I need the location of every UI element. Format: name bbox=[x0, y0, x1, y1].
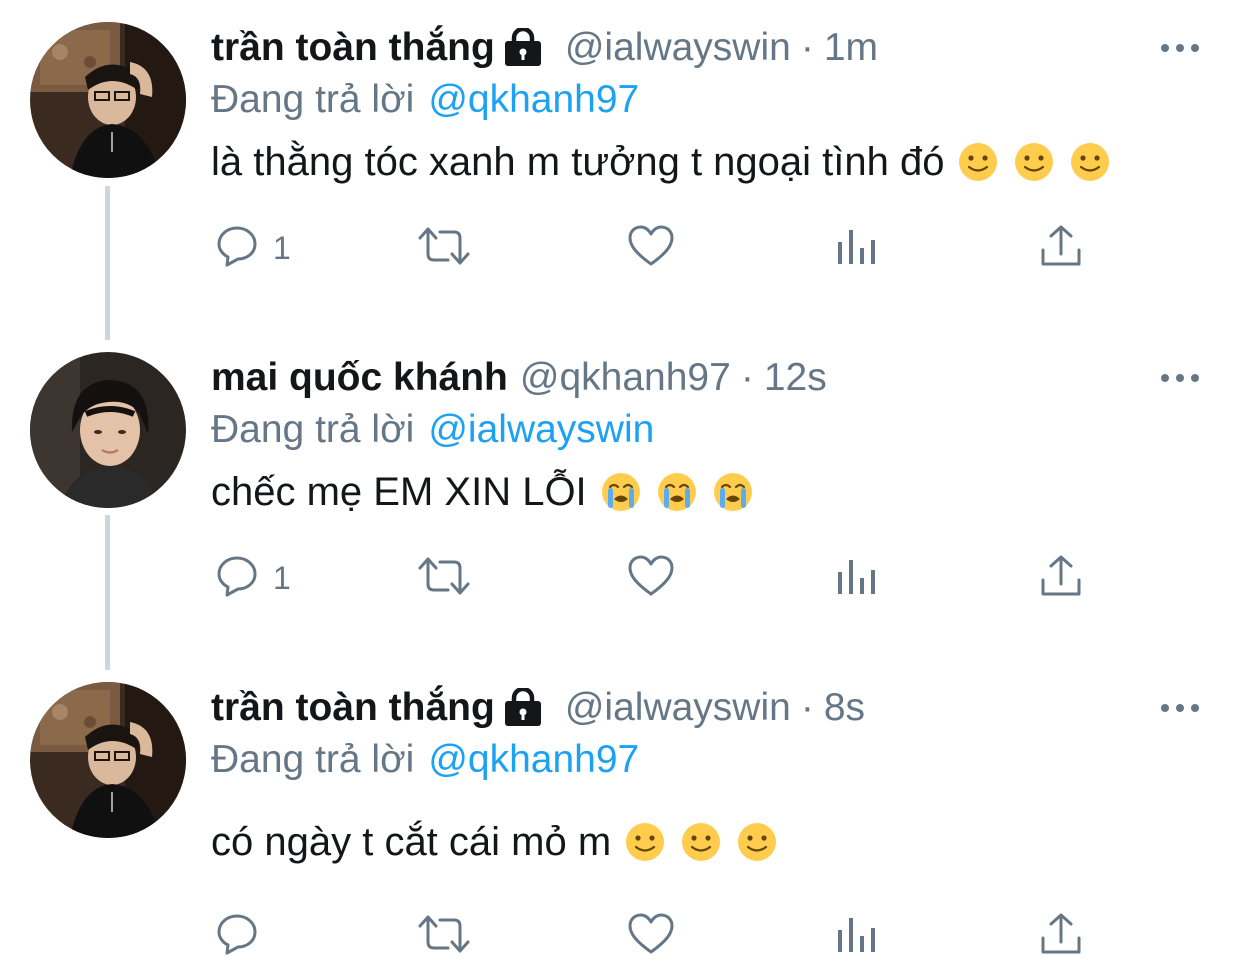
analytics-button[interactable] bbox=[835, 908, 879, 964]
replying-to-handle[interactable]: @ialwayswin bbox=[428, 408, 654, 452]
like-button[interactable] bbox=[627, 550, 675, 606]
separator-dot: · bbox=[800, 686, 814, 729]
reply-button[interactable]: 1 bbox=[215, 550, 291, 606]
tweet-actions: 1 bbox=[211, 550, 1111, 606]
slightly-smiling-face-icon bbox=[958, 142, 998, 182]
share-button[interactable] bbox=[1039, 908, 1083, 964]
slightly-smiling-face-icon bbox=[625, 822, 665, 862]
replying-to: Đang trả lời @qkhanh97 bbox=[211, 734, 639, 786]
tweet-text-content: có ngày t cắt cái mỏ m bbox=[211, 819, 612, 864]
bar-chart-icon bbox=[835, 224, 879, 273]
avatar[interactable] bbox=[30, 22, 186, 178]
user-handle[interactable]: @ialwayswin bbox=[565, 26, 791, 70]
share-upload-icon bbox=[1039, 554, 1083, 603]
loudly-crying-face-icon bbox=[601, 472, 641, 512]
tweet-text: chếc mẹ EM XIN LỖI bbox=[211, 462, 769, 522]
tweet-header: trần toàn thắng @ialwayswin · 1m bbox=[211, 22, 878, 74]
tweet-text: có ngày t cắt cái mỏ m bbox=[211, 812, 793, 872]
replying-to: Đang trả lời @qkhanh97 bbox=[211, 74, 639, 126]
replying-to-handle[interactable]: @qkhanh97 bbox=[428, 738, 639, 782]
tweet-header: mai quốc khánh @qkhanh97 · 12s bbox=[211, 352, 827, 404]
timestamp[interactable]: 8s bbox=[824, 686, 865, 730]
retweet-button[interactable] bbox=[416, 908, 472, 964]
analytics-button[interactable] bbox=[835, 550, 879, 606]
like-button[interactable] bbox=[627, 908, 675, 964]
display-name[interactable]: trần toàn thắng bbox=[211, 26, 495, 70]
lock-icon bbox=[503, 688, 543, 728]
separator-dot: · bbox=[740, 356, 754, 399]
timestamp[interactable]: 1m bbox=[824, 26, 878, 70]
heart-icon bbox=[627, 224, 675, 273]
tweet[interactable]: trần toàn thắng @ialwayswin · 1m Đang tr… bbox=[0, 22, 1242, 312]
loudly-crying-face-icon bbox=[713, 472, 753, 512]
bar-chart-icon bbox=[835, 912, 879, 961]
display-name[interactable]: mai quốc khánh bbox=[211, 356, 508, 400]
slightly-smiling-face-icon bbox=[1070, 142, 1110, 182]
replying-to: Đang trả lời @ialwayswin bbox=[211, 404, 654, 456]
display-name[interactable]: trần toàn thắng bbox=[211, 686, 495, 730]
retweet-arrows-icon bbox=[416, 912, 472, 961]
tweet-text-content: là thằng tóc xanh m tưởng t ngoại tình đ… bbox=[211, 139, 945, 184]
separator-dot: · bbox=[800, 26, 814, 69]
tweet-text: là thằng tóc xanh m tưởng t ngoại tình đ… bbox=[211, 132, 1126, 192]
comment-bubble-icon bbox=[215, 554, 259, 603]
comment-bubble-icon bbox=[215, 912, 259, 961]
more-dots-icon[interactable] bbox=[1158, 34, 1202, 62]
reply-button[interactable]: 1 bbox=[215, 220, 291, 276]
comment-bubble-icon bbox=[215, 224, 259, 273]
lock-icon bbox=[503, 28, 543, 68]
share-upload-icon bbox=[1039, 912, 1083, 961]
replying-to-label: Đang trả lời bbox=[211, 78, 415, 121]
analytics-button[interactable] bbox=[835, 220, 879, 276]
tweet-actions bbox=[211, 908, 1111, 964]
retweet-button[interactable] bbox=[416, 220, 472, 276]
slightly-smiling-face-icon bbox=[1014, 142, 1054, 182]
slightly-smiling-face-icon bbox=[681, 822, 721, 862]
replying-to-handle[interactable]: @qkhanh97 bbox=[428, 78, 639, 122]
replying-to-label: Đang trả lời bbox=[211, 738, 415, 781]
share-button[interactable] bbox=[1039, 550, 1083, 606]
loudly-crying-face-icon bbox=[657, 472, 697, 512]
reply-count: 1 bbox=[273, 559, 291, 596]
heart-icon bbox=[627, 912, 675, 961]
tweet-header: trần toàn thắng @ialwayswin · 8s bbox=[211, 682, 865, 734]
bar-chart-icon bbox=[835, 554, 879, 603]
replying-to-label: Đang trả lời bbox=[211, 408, 415, 451]
avatar[interactable] bbox=[30, 352, 186, 508]
tweet-actions: 1 bbox=[211, 220, 1111, 276]
like-button[interactable] bbox=[627, 220, 675, 276]
user-handle[interactable]: @ialwayswin bbox=[565, 686, 791, 730]
heart-icon bbox=[627, 554, 675, 603]
user-handle[interactable]: @qkhanh97 bbox=[520, 356, 731, 400]
avatar[interactable] bbox=[30, 682, 186, 838]
reply-button[interactable] bbox=[215, 908, 273, 964]
timestamp[interactable]: 12s bbox=[764, 356, 827, 400]
share-button[interactable] bbox=[1039, 220, 1083, 276]
tweet-text-content: chếc mẹ EM XIN LỖI bbox=[211, 469, 587, 514]
retweet-button[interactable] bbox=[416, 550, 472, 606]
more-dots-icon[interactable] bbox=[1158, 694, 1202, 722]
share-upload-icon bbox=[1039, 224, 1083, 273]
tweet[interactable]: trần toàn thắng @ialwayswin · 8s Đang tr… bbox=[0, 682, 1242, 979]
more-dots-icon[interactable] bbox=[1158, 364, 1202, 392]
reply-count: 1 bbox=[273, 229, 291, 266]
tweet[interactable]: mai quốc khánh @qkhanh97 · 12s Đang trả … bbox=[0, 352, 1242, 642]
slightly-smiling-face-icon bbox=[737, 822, 777, 862]
retweet-arrows-icon bbox=[416, 224, 472, 273]
retweet-arrows-icon bbox=[416, 554, 472, 603]
